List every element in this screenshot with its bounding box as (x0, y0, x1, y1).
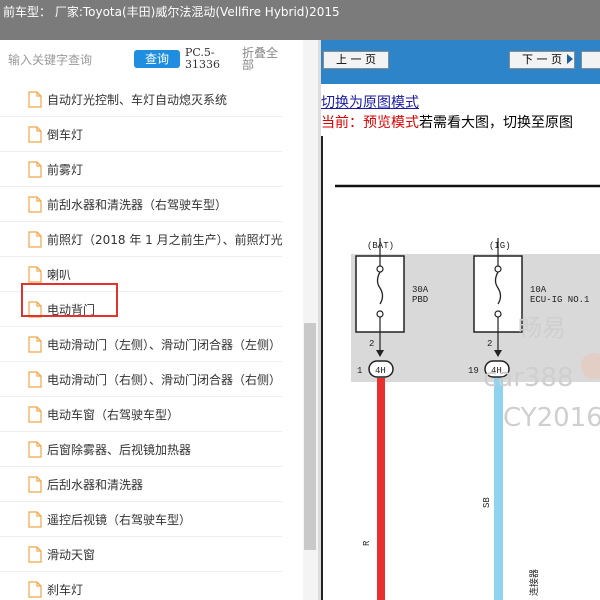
document-icon (28, 336, 42, 353)
document-icon (28, 371, 42, 388)
pin-19: 19 (468, 366, 479, 376)
tree-item[interactable]: 后窗除雾器、后视镜加热器 (0, 432, 282, 467)
document-icon (28, 231, 42, 248)
tree-scrollbar-thumb[interactable] (304, 323, 316, 550)
switch-mode-link[interactable]: 切换为原图模式 (321, 92, 419, 112)
tree-item-label: 后刮水器和清洗器 (47, 478, 144, 492)
wire-sb-label: SB (482, 497, 492, 508)
tree-item-label: 电动滑动门（右侧）、滑动门闭合器（右侧） (47, 373, 282, 387)
tree-item[interactable]: 前照灯（2018 年 1 月之前生产）、前照灯光 (0, 222, 283, 257)
extra-nav-button[interactable] (581, 51, 600, 69)
tree-item[interactable]: 自动灯光控制、车灯自动熄灭系统 (0, 82, 282, 117)
document-icon (28, 581, 42, 598)
document-tree: 自动灯光控制、车灯自动熄灭系统 倒车灯前雾灯前刮水器和清洗器（右驾驶车型） 前照灯（… (0, 82, 303, 600)
document-icon (28, 511, 42, 528)
tree-item-label: 后窗除雾器、后视镜加热器 (47, 443, 192, 457)
pin-2-right: 2 (487, 339, 492, 349)
tree-item[interactable]: 喇叭 (0, 257, 282, 292)
watermark-1: 畅易 (518, 314, 566, 342)
viewer-panel: 上 一 页 下 一 页 切换为原图模式 当前：预览模式若需看大图，切换至原图 (… (321, 40, 600, 600)
wiring-diagram-frame: (BAT) (IG) 30A PBD 2 10A ECU-IG NO. (321, 136, 600, 600)
tree-item[interactable]: 电动滑动门（左侧）、滑动门闭合器（左侧） (0, 327, 282, 362)
tree-item[interactable]: 前刮水器和清洗器（右驾驶车型） (0, 187, 282, 222)
tree-item-label: 电动背门 (47, 303, 96, 317)
joint-label: 连接器 (528, 569, 540, 596)
tree-item[interactable]: 倒车灯 (0, 117, 282, 152)
tree-item[interactable]: 刹车灯 (0, 572, 282, 600)
document-code: PC.5-31336 (185, 46, 220, 71)
tree-item-label: 刹车灯 (47, 583, 84, 597)
tree-item[interactable]: 前雾灯 (0, 152, 282, 187)
tree-item[interactable]: 电动滑动门（右侧）、滑动门闭合器（右侧） (0, 362, 282, 397)
connector-left-label: 4H (375, 366, 386, 376)
document-icon (28, 161, 42, 178)
left-panel: 查询 PC.5-31336 折叠全部 自动灯光控制、车灯自动熄灭系统倒车灯前雾灯… (0, 40, 318, 600)
document-icon (28, 196, 42, 213)
document-icon (28, 476, 42, 493)
ig-label: (IG) (489, 241, 511, 251)
tree-item-label: 自动灯光控制、车灯自动熄灭系统 (47, 93, 228, 107)
current-prefix: 当前： (321, 115, 363, 131)
document-icon (28, 266, 42, 283)
document-icon (28, 126, 42, 143)
tree-item-label: 前雾灯 (47, 163, 84, 177)
viewer-toolbar: 上 一 页 下 一 页 (321, 40, 600, 84)
collapse-all-link[interactable]: 折叠全部 (242, 47, 282, 71)
tree-item[interactable]: 电动背门 (0, 292, 282, 327)
tree-item-label: 电动滑动门（左侧）、滑动门闭合器（左侧） (47, 338, 282, 352)
tree-item-label: 倒车灯 (47, 128, 84, 142)
title-bar: 前车型： 厂家:Toyota(丰田)威尔法混动(Vellfire Hybrid)… (0, 0, 600, 40)
pin-2-left: 2 (369, 339, 374, 349)
wire-red (377, 378, 385, 600)
tree-item[interactable]: 滑动天窗 (0, 537, 282, 572)
tree-item[interactable]: 后刮水器和清洗器 (0, 467, 282, 502)
search-row: 查询 PC.5-31336 折叠全部 (0, 40, 318, 82)
fuse-1-rating: 30A (412, 285, 429, 295)
mode-hint: 若需看大图，切换至原图 (419, 115, 573, 131)
next-arrow-icon[interactable] (567, 54, 573, 64)
tree-item-label: 遥控后视镜（右驾驶车型） (47, 513, 192, 527)
search-button[interactable]: 查询 (134, 50, 180, 68)
pin-1: 1 (357, 366, 362, 376)
document-icon (28, 91, 42, 108)
document-icon (28, 406, 42, 423)
watermark-2: car388 (483, 363, 574, 393)
document-icon (28, 546, 42, 563)
document-icon (28, 301, 42, 318)
tree-item-label: 滑动天窗 (47, 548, 96, 562)
tree-item-label: 电动车窗（右驾驶车型） (47, 408, 180, 422)
prev-page-button[interactable]: 上 一 页 (323, 51, 389, 69)
search-input[interactable] (4, 49, 136, 71)
tree-item-label: 喇叭 (47, 268, 72, 282)
current-mode-line: 当前：预览模式若需看大图，切换至原图 (321, 112, 573, 132)
tree-item[interactable]: 电动车窗（右驾驶车型） (0, 397, 282, 432)
tree-item-label: 前照灯（2018 年 1 月之前生产）、前照灯光 (47, 233, 283, 247)
fuse-2-rating: 10A (530, 285, 547, 295)
watermark-3: CY2016 (503, 403, 600, 433)
tree-item-label: 前刮水器和清洗器（右驾驶车型） (47, 198, 228, 212)
wire-skyblue (494, 378, 503, 600)
current-mode: 预览模式 (363, 115, 419, 131)
tree-item[interactable]: 遥控后视镜（右驾驶车型） (0, 502, 282, 537)
wiring-diagram: (BAT) (IG) 30A PBD 2 10A ECU-IG NO. (335, 184, 600, 600)
next-page-button[interactable]: 下 一 页 (509, 51, 575, 69)
fuse-2-name: ECU-IG NO.1 (530, 295, 589, 305)
vehicle-title: 前车型： 厂家:Toyota(丰田)威尔法混动(Vellfire Hybrid)… (3, 5, 340, 19)
fuse-1-name: PBD (412, 295, 428, 305)
wire-r-label: R (362, 540, 372, 546)
document-icon (28, 441, 42, 458)
